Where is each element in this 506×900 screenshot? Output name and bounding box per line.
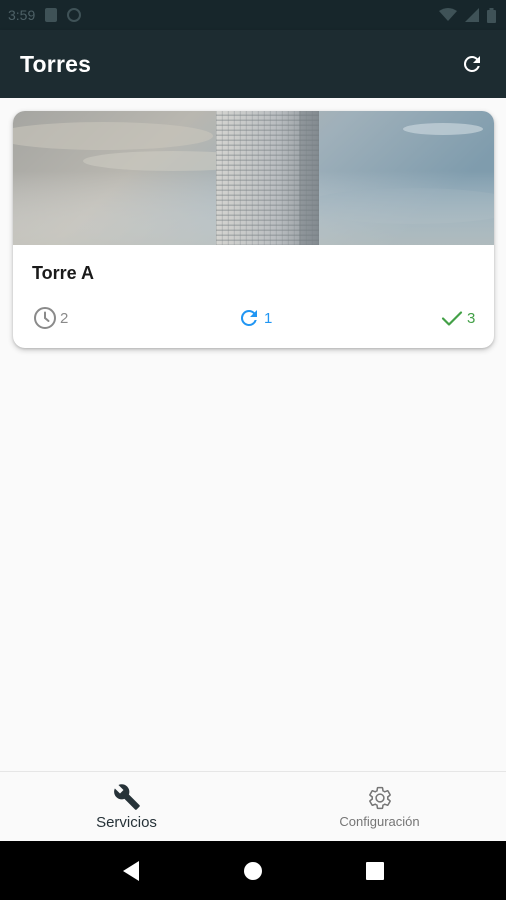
nav-label-configuracion: Configuración bbox=[339, 813, 420, 829]
tower-photo bbox=[13, 111, 494, 245]
clock-icon bbox=[34, 307, 56, 329]
system-nav-bar bbox=[0, 841, 506, 900]
recents-icon bbox=[366, 861, 384, 880]
gear-icon bbox=[368, 786, 391, 809]
completed-value: 3 bbox=[467, 309, 476, 327]
status-time: 3:59 bbox=[8, 7, 36, 23]
tower-card[interactable]: Torre A 2 1 3 bbox=[13, 111, 494, 348]
nav-item-servicios[interactable]: Servicios bbox=[0, 772, 253, 841]
refresh-button[interactable] bbox=[458, 50, 486, 78]
signal-icon bbox=[465, 8, 479, 22]
back-button[interactable] bbox=[111, 851, 151, 891]
completed-count: 3 bbox=[440, 306, 475, 330]
pending-count: 2 bbox=[33, 306, 68, 330]
app-bar: Torres bbox=[0, 30, 506, 98]
status-bar: 3:59 bbox=[0, 0, 506, 30]
in-progress-value: 1 bbox=[264, 309, 273, 327]
data-saver-icon bbox=[67, 8, 82, 22]
status-left: 3:59 bbox=[8, 7, 82, 23]
nav-label-servicios: Servicios bbox=[96, 813, 157, 831]
home-icon bbox=[244, 861, 262, 880]
sim-card-icon bbox=[45, 8, 58, 22]
refresh-icon bbox=[240, 309, 257, 326]
nav-item-configuracion[interactable]: Configuración bbox=[253, 772, 506, 841]
check-icon bbox=[441, 311, 463, 326]
page-title: Torres bbox=[20, 50, 92, 77]
tower-name: Torre A bbox=[32, 263, 95, 283]
pending-value: 2 bbox=[60, 309, 69, 327]
wrench-icon bbox=[113, 783, 140, 810]
bottom-nav: Servicios Configuración bbox=[0, 771, 506, 841]
tower-list: Torre A 2 1 3 bbox=[0, 98, 506, 771]
refresh-icon bbox=[463, 55, 480, 72]
wifi-icon bbox=[439, 8, 457, 21]
recents-button[interactable] bbox=[355, 851, 395, 891]
status-right bbox=[439, 7, 496, 23]
battery-icon bbox=[487, 7, 496, 23]
back-icon bbox=[123, 860, 139, 881]
in-progress-count: 1 bbox=[237, 306, 272, 330]
home-button[interactable] bbox=[233, 851, 273, 891]
